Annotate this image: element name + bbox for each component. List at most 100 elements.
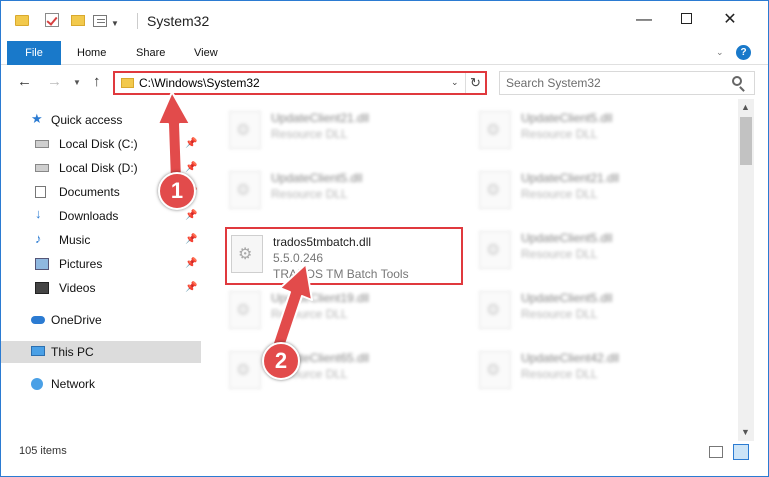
dll-file-icon: [479, 291, 511, 329]
pin-icon: 📌: [185, 282, 198, 293]
properties-icon[interactable]: [93, 15, 107, 27]
sidebar-item-label: Downloads: [59, 209, 119, 223]
dll-file-icon: [479, 231, 511, 269]
dll-file-icon: [479, 171, 511, 209]
file-type: Resource DLL: [521, 187, 598, 201]
expand-ribbon-chevron-icon[interactable]: ⌄: [716, 47, 724, 58]
scroll-thumb[interactable]: [740, 117, 752, 165]
sidebar-item-quick-access[interactable]: ★ Quick access: [1, 109, 201, 131]
sidebar-item-label: Local Disk (C:): [59, 137, 138, 151]
close-button[interactable]: ✕: [719, 9, 741, 31]
search-box[interactable]: [499, 71, 755, 95]
navigation-pane: ★ Quick access Local Disk (C:) 📌 Local D…: [1, 99, 203, 435]
sidebar-item-label: OneDrive: [51, 313, 102, 327]
customize-toolbar-chevron-icon[interactable]: ▼: [111, 19, 119, 28]
file-name: UpdateClient5.dll: [521, 111, 613, 125]
file-item[interactable]: UpdateClient65.dll Resource DLL: [225, 345, 445, 399]
sidebar-item-this-pc[interactable]: This PC: [1, 341, 201, 363]
maximize-icon: [680, 13, 692, 24]
help-icon[interactable]: ?: [736, 45, 751, 60]
tab-share[interactable]: Share: [136, 41, 165, 65]
pc-icon: [31, 346, 45, 356]
search-icon[interactable]: [732, 76, 742, 86]
vertical-scrollbar[interactable]: ▲ ▼: [738, 99, 754, 441]
dll-file-icon: [229, 111, 261, 149]
scroll-down-icon[interactable]: ▼: [741, 427, 750, 437]
minimize-button[interactable]: —: [633, 9, 655, 31]
address-path[interactable]: C:\Windows\System32: [139, 76, 260, 90]
step-badge-2: 2: [262, 342, 300, 380]
sidebar-item-label: Pictures: [59, 257, 103, 271]
sidebar-item-pictures[interactable]: Pictures 📌: [1, 253, 201, 275]
file-item[interactable]: UpdateClient21.dll Resource DLL: [475, 165, 695, 219]
dll-file-icon: [229, 171, 261, 209]
properties-check-icon[interactable]: [45, 13, 59, 27]
tab-home[interactable]: Home: [77, 41, 106, 65]
sidebar-item-label: Network: [51, 377, 96, 391]
sidebar-item-local-disk-c[interactable]: Local Disk (C:) 📌: [1, 133, 201, 155]
file-name: UpdateClient5.dll: [521, 291, 613, 305]
file-item[interactable]: UpdateClient21.dll Resource DLL: [225, 105, 445, 159]
dll-file-icon: [479, 111, 511, 149]
file-type: Resource DLL: [521, 307, 598, 321]
dll-file-icon: [229, 351, 261, 389]
up-arrow-icon[interactable]: ↑: [93, 73, 101, 90]
folder-icon[interactable]: [15, 15, 29, 26]
back-arrow-icon[interactable]: ←: [17, 73, 32, 90]
file-item[interactable]: UpdateClient5.dll Resource DLL: [225, 165, 445, 219]
file-name: UpdateClient21.dll: [271, 111, 370, 125]
address-bar[interactable]: C:\Windows\System32 ⌄ ↻: [113, 71, 487, 95]
search-input[interactable]: [506, 75, 726, 91]
sidebar-item-label: Videos: [59, 281, 96, 295]
address-history-chevron-icon[interactable]: ⌄: [451, 77, 459, 88]
sidebar-item-label: Quick access: [51, 113, 123, 127]
refresh-icon[interactable]: ↻: [465, 73, 485, 93]
star-icon: ★: [31, 111, 43, 126]
file-item[interactable]: UpdateClient5.dll Resource DLL: [475, 105, 695, 159]
recent-locations-chevron-icon[interactable]: ▼: [73, 78, 81, 87]
scroll-up-icon[interactable]: ▲: [741, 102, 750, 112]
dll-file-icon: [479, 351, 511, 389]
sidebar-item-label: This PC: [51, 345, 94, 359]
file-item[interactable]: UpdateClient5.dll Resource DLL: [475, 285, 695, 339]
sidebar-item-label: Music: [59, 233, 91, 247]
pin-icon: 📌: [185, 138, 198, 149]
title-bar: ▼ System32 — ✕: [1, 1, 768, 41]
file-type: Resource DLL: [271, 127, 348, 141]
videos-icon: [35, 282, 49, 294]
step-badge-1: 1: [158, 172, 196, 210]
explorer-window: ▼ System32 — ✕ File Home Share View ⌄ ? …: [0, 0, 769, 477]
download-icon: ↓: [35, 206, 42, 221]
file-name: UpdateClient21.dll: [521, 171, 620, 185]
file-item[interactable]: UpdateClient19.dll Resource DLL: [225, 285, 445, 339]
tab-file[interactable]: File: [7, 41, 61, 65]
file-item[interactable]: UpdateClient5.dll Resource DLL: [475, 225, 695, 279]
file-list: UpdateClient21.dll Resource DLL UpdateCl…: [203, 99, 738, 435]
file-type: Resource DLL: [521, 127, 598, 141]
maximize-button[interactable]: [675, 9, 697, 31]
network-icon: [31, 378, 43, 390]
new-folder-icon[interactable]: [71, 15, 85, 26]
file-name: UpdateClient42.dll: [521, 351, 620, 365]
ribbon-tabs: File Home Share View ⌄ ?: [1, 41, 768, 65]
file-type: Resource DLL: [271, 187, 348, 201]
sidebar-item-onedrive[interactable]: OneDrive: [1, 309, 201, 331]
forward-arrow-icon[interactable]: →: [47, 73, 62, 90]
documents-icon: [35, 186, 46, 198]
sidebar-item-music[interactable]: ♪ Music 📌: [1, 229, 201, 251]
details-view-icon[interactable]: [709, 446, 723, 458]
pin-icon: 📌: [185, 258, 198, 269]
cloud-icon: [31, 316, 45, 324]
pin-icon: 📌: [185, 234, 198, 245]
highlight-box: [225, 227, 463, 285]
tab-view[interactable]: View: [194, 41, 218, 65]
sidebar-item-network[interactable]: Network: [1, 373, 201, 395]
file-item[interactable]: UpdateClient42.dll Resource DLL: [475, 345, 695, 399]
drive-icon: [35, 164, 49, 172]
window-title: System32: [147, 13, 210, 29]
title-divider: [137, 13, 138, 29]
file-name: UpdateClient5.dll: [521, 231, 613, 245]
sidebar-item-videos[interactable]: Videos 📌: [1, 277, 201, 299]
file-type: Resource DLL: [271, 307, 348, 321]
tiles-view-icon[interactable]: [733, 444, 749, 460]
